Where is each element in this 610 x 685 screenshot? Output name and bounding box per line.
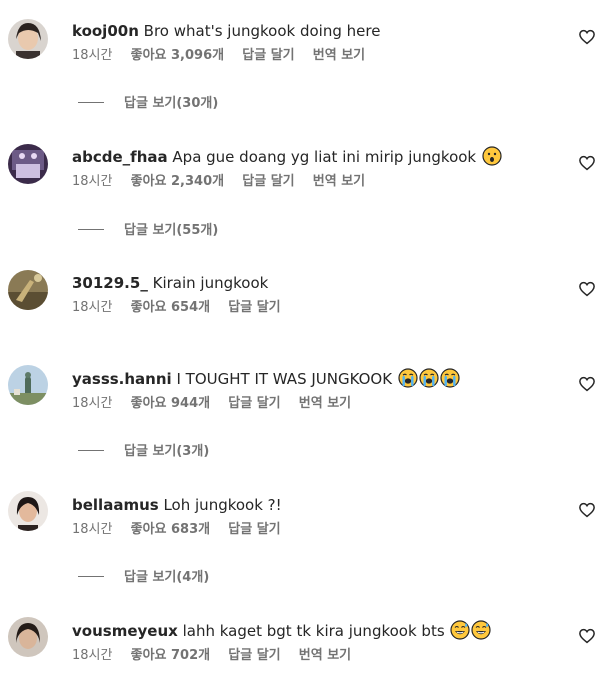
timestamp[interactable]: 18시간 (72, 174, 112, 189)
timestamp[interactable]: 18시간 (72, 396, 112, 411)
comment-text: Bro what's jungkook doing here (143, 22, 381, 40)
grinning-sweat-face-icon (471, 620, 492, 640)
username[interactable]: 30129.5_ (72, 274, 148, 292)
likes-count[interactable]: 좋아요 654개 (131, 300, 211, 315)
reply-button[interactable]: 답글 달기 (228, 522, 280, 537)
reply-button[interactable]: 답글 달기 (242, 48, 294, 63)
comment-text: lahh kaget bgt tk kira jungkook bts (182, 622, 445, 640)
username[interactable]: abcde_fhaa (72, 148, 168, 166)
replies-divider (78, 229, 104, 230)
surprised-face-icon (482, 146, 502, 166)
avatar[interactable] (8, 19, 48, 59)
avatar[interactable] (8, 365, 48, 405)
likes-count[interactable]: 좋아요 683개 (131, 522, 211, 537)
view-replies-label[interactable]: 답글 보기(30개) (124, 96, 218, 111)
heart-outline-icon[interactable] (578, 501, 596, 519)
view-replies-button[interactable]: 답글 보기(3개) (78, 443, 209, 461)
comment-meta: 18시간 좋아요 702개 답글 달기 번역 보기 (72, 647, 365, 665)
reply-button[interactable]: 답글 달기 (228, 300, 280, 315)
likes-count[interactable]: 좋아요 702개 (131, 648, 211, 663)
heart-outline-icon[interactable] (578, 627, 596, 645)
loudly-crying-face-icon (398, 368, 418, 388)
replies-divider (78, 450, 104, 451)
avatar[interactable] (8, 617, 48, 657)
timestamp[interactable]: 18시간 (72, 48, 112, 63)
avatar[interactable] (8, 270, 48, 310)
comment-meta: 18시간 좋아요 2,340개 답글 달기 번역 보기 (72, 173, 379, 191)
translate-button[interactable]: 번역 보기 (299, 648, 351, 663)
view-replies-button[interactable]: 답글 보기(55개) (78, 222, 218, 240)
reply-button[interactable]: 답글 달기 (228, 396, 280, 411)
heart-outline-icon[interactable] (578, 280, 596, 298)
username[interactable]: vousmeyeux (72, 622, 178, 640)
loudly-crying-face-icon (419, 368, 439, 388)
likes-count[interactable]: 좋아요 3,096개 (131, 48, 225, 63)
heart-outline-icon[interactable] (578, 375, 596, 393)
username[interactable]: yasss.hanni (72, 370, 172, 388)
comment-meta: 18시간 좋아요 683개 답글 달기 (72, 521, 295, 539)
grinning-sweat-face-icon (450, 620, 471, 640)
loudly-crying-face-icon (440, 368, 460, 388)
username[interactable]: kooj00n (72, 22, 139, 40)
timestamp[interactable]: 18시간 (72, 300, 112, 315)
timestamp[interactable]: 18시간 (72, 648, 112, 663)
translate-button[interactable]: 번역 보기 (313, 174, 365, 189)
username[interactable]: bellaamus (72, 496, 159, 514)
view-replies-label[interactable]: 답글 보기(3개) (124, 444, 209, 459)
comment-text: Kirain jungkook (152, 274, 269, 292)
replies-divider (78, 576, 104, 577)
comment-text: Apa gue doang yg liat ini mirip jungkook (172, 148, 477, 166)
avatar[interactable] (8, 491, 48, 531)
view-replies-label[interactable]: 답글 보기(4개) (124, 570, 209, 585)
heart-outline-icon[interactable] (578, 28, 596, 46)
avatar[interactable] (8, 144, 48, 184)
view-replies-button[interactable]: 답글 보기(30개) (78, 95, 218, 113)
view-replies-button[interactable]: 답글 보기(4개) (78, 569, 209, 587)
heart-outline-icon[interactable] (578, 154, 596, 172)
comment-meta: 18시간 좋아요 654개 답글 달기 (72, 299, 295, 317)
comment-text: Loh jungkook ?! (163, 496, 282, 514)
comment-meta: 18시간 좋아요 944개 답글 달기 번역 보기 (72, 395, 365, 413)
comment-meta: 18시간 좋아요 3,096개 답글 달기 번역 보기 (72, 47, 379, 65)
timestamp[interactable]: 18시간 (72, 522, 112, 537)
likes-count[interactable]: 좋아요 944개 (131, 396, 211, 411)
translate-button[interactable]: 번역 보기 (313, 48, 365, 63)
comment-text: I TOUGHT IT WAS JUNGKOOK (176, 370, 393, 388)
replies-divider (78, 102, 104, 103)
view-replies-label[interactable]: 답글 보기(55개) (124, 223, 218, 238)
likes-count[interactable]: 좋아요 2,340개 (131, 174, 225, 189)
translate-button[interactable]: 번역 보기 (299, 396, 351, 411)
reply-button[interactable]: 답글 달기 (242, 174, 294, 189)
reply-button[interactable]: 답글 달기 (228, 648, 280, 663)
